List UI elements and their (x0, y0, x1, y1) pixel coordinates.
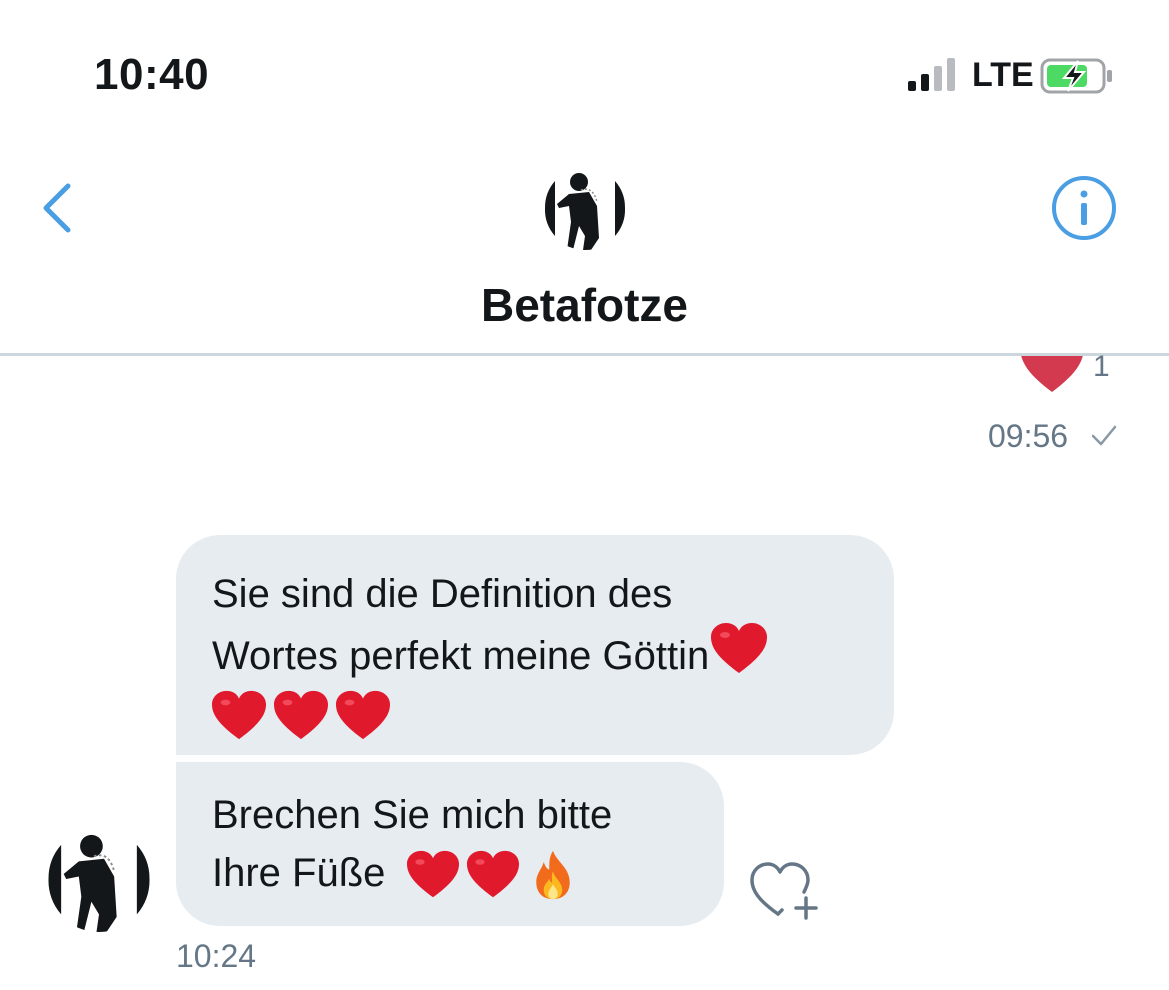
heart-plus-icon[interactable] (748, 858, 824, 924)
signal-strength-icon (908, 58, 955, 91)
checkmark-icon (1091, 425, 1117, 446)
heart-filled-icon[interactable] (1020, 356, 1084, 396)
fire-emoji (535, 851, 570, 900)
person-silhouette-avatar-icon (47, 827, 151, 932)
person-silhouette-avatar-icon (544, 167, 626, 250)
sender-avatar[interactable] (46, 826, 152, 932)
conversation-title: Betafotze (480, 279, 689, 331)
status-time: 10:40 (94, 50, 210, 99)
message-bubble[interactable]: Brechen Sie mich bitte Ihre Füße (176, 762, 724, 926)
message-timestamp: 10:24 (176, 938, 257, 974)
message-timestamp: 09:56 (988, 418, 1069, 454)
emoji-line (212, 685, 858, 743)
header-divider (0, 353, 1169, 356)
red-heart-emoji (212, 691, 266, 740)
red-heart-emoji (711, 623, 768, 673)
message-bubble[interactable]: Sie sind die Definition des Wortes perfe… (176, 535, 894, 755)
red-heart-emoji (466, 851, 519, 898)
battery-charging-icon (1040, 58, 1112, 94)
info-button[interactable] (1050, 174, 1118, 242)
like-count: 1 (1093, 350, 1110, 383)
message-text-line: Wortes perfekt meine Göttin (212, 634, 710, 678)
conversation-avatar[interactable] (543, 166, 627, 250)
message-text-line: Ihre Füße (212, 851, 386, 895)
carrier-label: LTE (972, 56, 1034, 94)
red-heart-emoji (406, 851, 459, 898)
message-text-line: Brechen Sie mich bitte (212, 793, 613, 837)
red-heart-emoji (336, 691, 390, 740)
back-button[interactable] (36, 180, 84, 236)
message-text-line: Sie sind die Definition des (212, 572, 673, 616)
red-heart-emoji (274, 691, 328, 740)
